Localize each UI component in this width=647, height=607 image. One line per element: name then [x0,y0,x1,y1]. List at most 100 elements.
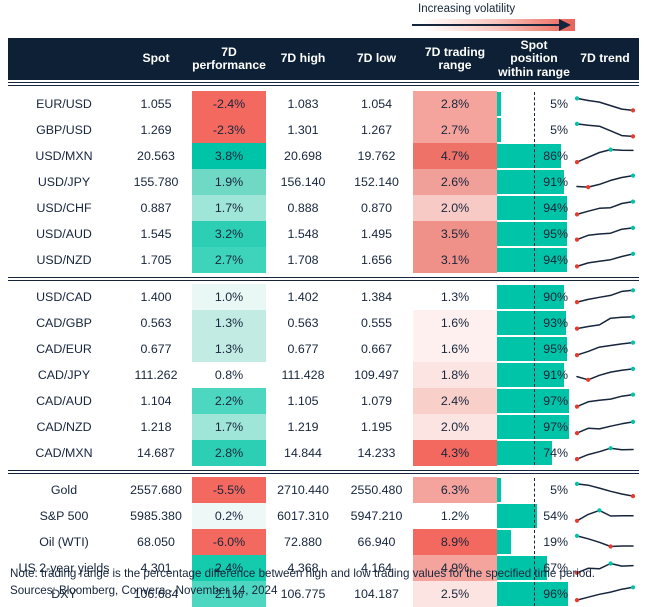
cell-low: 1.079 [360,394,392,408]
cell-spot-position: 5% [497,477,571,503]
table-row: USD/CAD 1.400 1.0% 1.402 1.384 1.3% 90% [8,284,639,310]
cell-spot-position: 5% [497,91,571,117]
spot-position-value: 5% [550,97,568,111]
cell-high: 20.698 [284,149,322,163]
cell-spot: 14.687 [137,446,175,460]
table-row: Oil (WTI) 68.050 -6.0% 72.880 66.940 8.9% 19% [8,529,639,555]
cell-trading-range: 3.1% [413,247,497,273]
table-row: S&P 500 5985.380 0.2% 6017.310 5947.210 1.2% 5… [8,503,639,529]
spot-position-midline [534,389,535,413]
volatility-arrow-head-icon [559,19,571,31]
cell-spot-position: 95% [497,221,571,247]
spot-position-value: 5% [550,123,568,137]
column-header-range-line2: range [438,58,472,72]
spot-position-midline [534,311,535,335]
spot-position-track: 95% [497,222,571,246]
cell-low: 1.384 [360,290,392,304]
cell-trend-sparkline [571,440,639,466]
cell-spot-position: 94% [497,247,571,273]
cell-trading-range: 8.9% [413,529,497,555]
cell-high: 14.844 [284,446,322,460]
row-label: CAD/GBP [36,316,92,330]
cell-trend-sparkline [571,503,639,529]
cell-spot: 68.050 [137,535,175,549]
spot-position-track: 90% [497,285,571,309]
table-row: CAD/NZD 1.218 1.7% 1.219 1.195 2.0% 97% [8,414,639,440]
cell-trend-sparkline [571,247,639,273]
volatility-arrow-line [412,24,562,26]
spot-position-midline [534,222,535,246]
spot-position-value: 5% [550,483,568,497]
cell-trading-range: 4.3% [413,440,497,466]
cell-trading-range: 3.5% [413,221,497,247]
column-header-trend: 7D trend [580,51,630,66]
cell-low: 5947.210 [350,509,403,523]
cell-performance: -2.3% [192,117,266,143]
cell-low: 66.940 [357,535,396,549]
table-row: CAD/EUR 0.677 1.3% 0.677 0.667 1.6% 95% [8,336,639,362]
spot-position-value: 97% [543,394,568,408]
market-data-table: Spot 7D performance 7D high 7D low 7D tr… [8,38,639,607]
footnotes: Note: trading range is the percentage di… [10,565,640,599]
spot-position-track: 94% [497,248,571,272]
cell-high: 1.402 [287,290,319,304]
spot-position-midline [534,363,535,387]
cell-spot-position: 91% [497,169,571,195]
spot-position-track: 19% [497,530,571,554]
cell-spot: 1.705 [140,253,172,267]
volatility-legend-label: Increasing volatility [418,3,516,15]
section-divider [8,273,639,284]
row-label: USD/MXN [35,149,93,163]
cell-spot: 1.269 [140,123,172,137]
cell-spot: 1.218 [140,420,172,434]
row-label: CAD/NZD [36,420,92,434]
cell-trading-range: 2.0% [413,414,497,440]
cell-spot: 1.055 [140,97,172,111]
cell-low: 1.054 [360,97,392,111]
row-label: USD/NZD [36,253,92,267]
cell-performance: 1.3% [192,336,266,362]
cell-high: 0.888 [287,201,319,215]
table-row: Gold 2557.680 -5.5% 2710.440 2550.480 6.3% 5% [8,477,639,503]
spot-position-track: 91% [497,170,571,194]
cell-low: 0.555 [360,316,392,330]
cell-performance: -6.0% [192,529,266,555]
spot-position-midline [534,285,535,309]
table-row: USD/JPY 155.780 1.9% 156.140 152.140 2.6% 91% [8,169,639,195]
spot-position-value: 97% [543,420,568,434]
table-body: EUR/USD 1.055 -2.4% 1.083 1.054 2.8% 5% GBP/USD… [8,80,639,607]
cell-low: 19.762 [357,149,396,163]
cell-trading-range: 2.6% [413,169,497,195]
cell-high: 111.428 [281,368,325,382]
section-divider-cell [8,80,639,91]
cell-high: 0.677 [287,342,319,356]
cell-performance: -5.5% [192,477,266,503]
column-header-performance: 7D performance [192,38,266,80]
cell-low: 0.870 [360,201,392,215]
section-divider-cell [8,466,639,477]
cell-spot-position: 5% [497,117,571,143]
cell-trend-sparkline [571,310,639,336]
spot-position-value: 74% [543,446,568,460]
spot-position-value: 94% [543,253,568,267]
row-label: EUR/USD [36,97,92,111]
cell-trading-range: 1.8% [413,362,497,388]
cell-high: 2710.440 [277,483,329,497]
spot-position-value: 94% [543,201,568,215]
cell-high: 1.301 [287,123,319,137]
volatility-gradient-arrow [412,18,575,32]
cell-low: 1.656 [360,253,392,267]
spot-position-fill [497,530,512,554]
spot-position-midline [534,118,535,142]
column-header-spot: Spot [142,51,170,66]
cell-low: 2550.480 [350,483,403,497]
table-row: USD/CHF 0.887 1.7% 0.888 0.870 2.0% 94% [8,195,639,221]
cell-performance: 1.0% [192,284,266,310]
spot-position-midline [534,530,535,554]
cell-performance: 1.7% [192,195,266,221]
spot-position-value: 86% [543,149,568,163]
cell-spot-position: 54% [497,503,571,529]
cell-performance: 1.3% [192,310,266,336]
spot-position-track: 93% [497,311,571,335]
column-header-performance-line1: 7D [221,44,237,59]
